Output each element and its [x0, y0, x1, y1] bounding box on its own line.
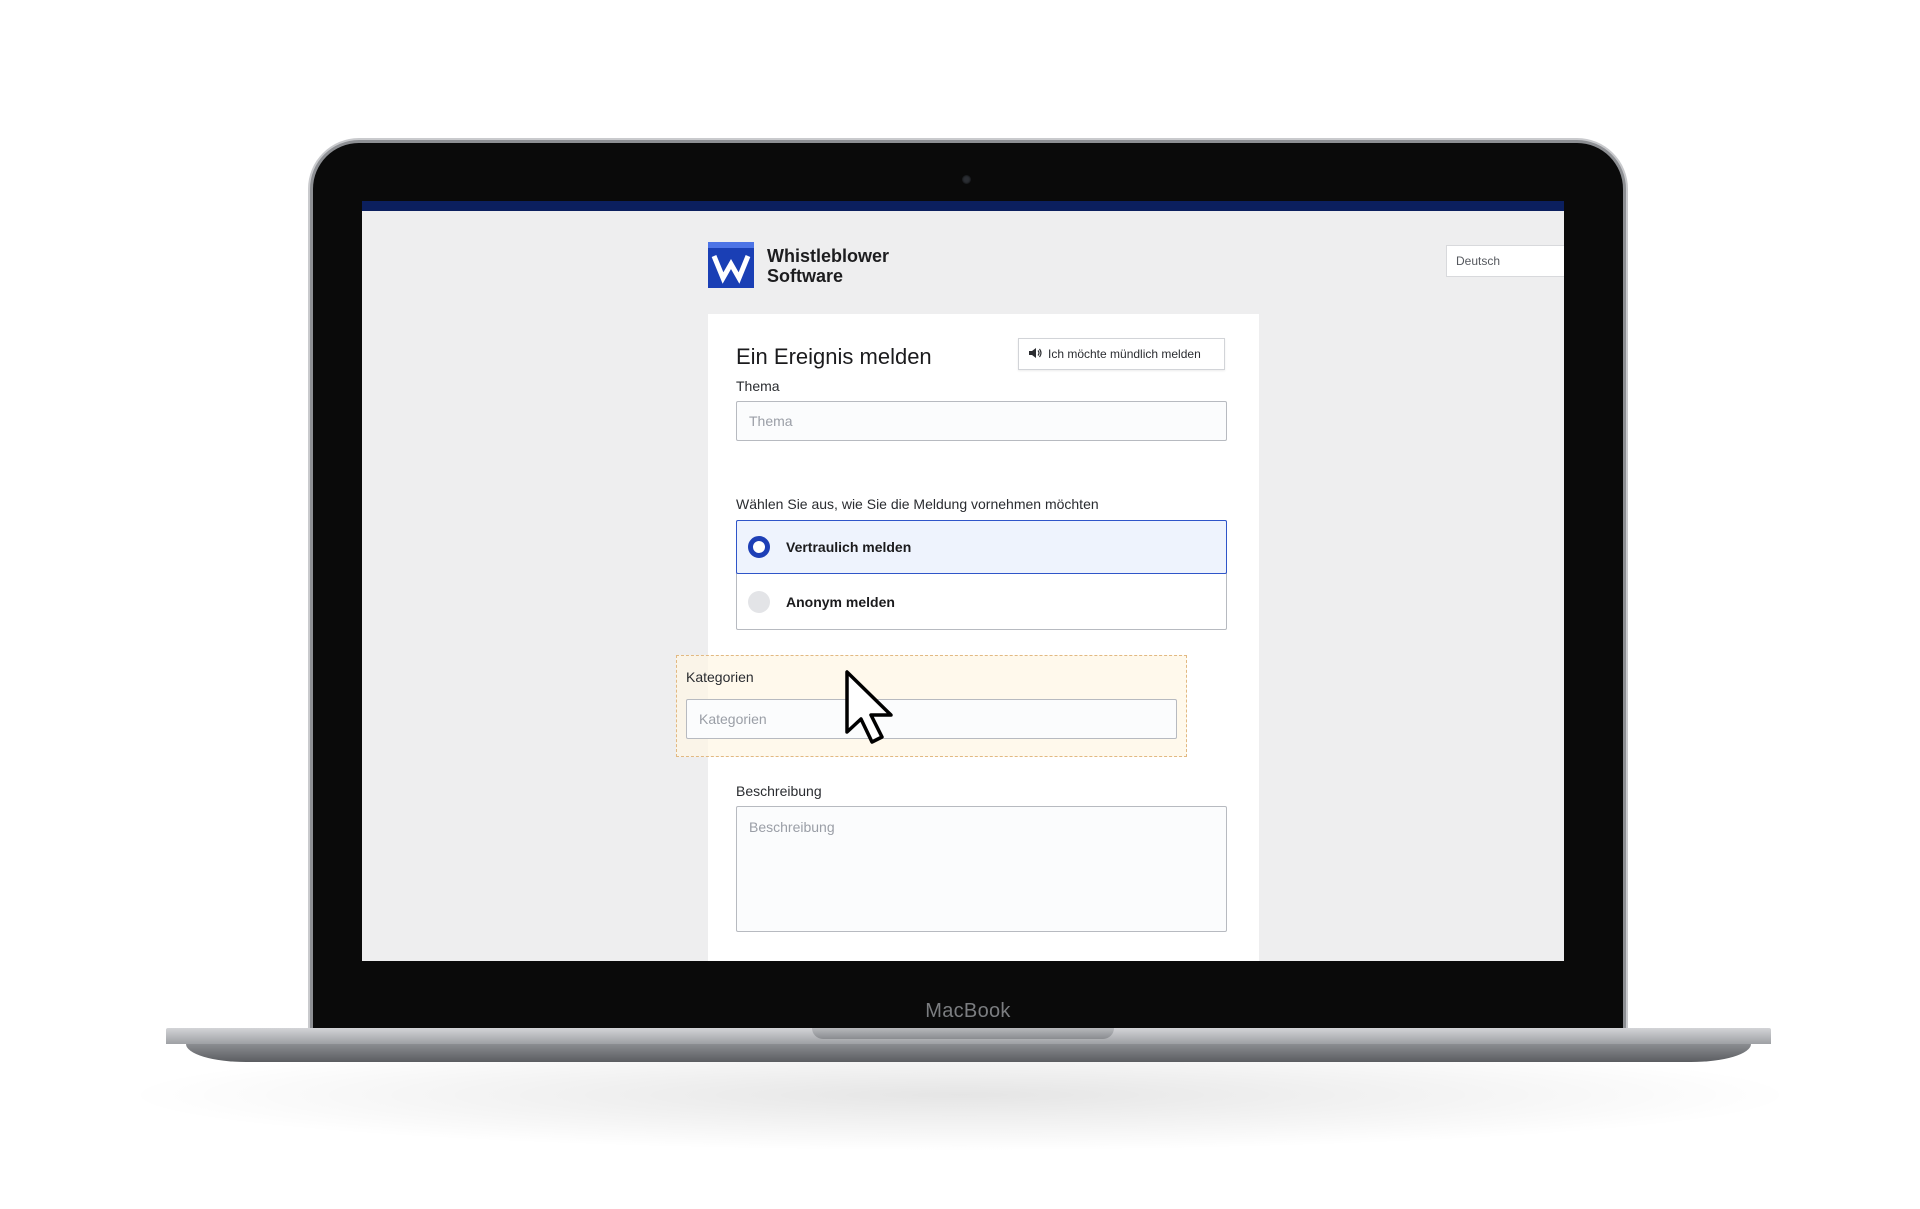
description-placeholder: Beschreibung	[749, 819, 835, 835]
report-form-card: Ein Ereignis melden Ich möchte mündlich …	[708, 314, 1259, 961]
description-textarea[interactable]: Beschreibung	[736, 806, 1227, 932]
topic-input[interactable]: Thema	[736, 401, 1227, 441]
top-accent-bar	[362, 201, 1564, 211]
categories-input[interactable]: Kategorien	[686, 699, 1177, 739]
report-mode-label: Wählen Sie aus, wie Sie die Meldung vorn…	[736, 496, 1099, 512]
scene: Whistleblower Software Deutsch Ein Ereig…	[0, 0, 1920, 1209]
radio-confidential-label: Vertraulich melden	[786, 539, 912, 555]
logo-line-1: Whistleblower	[767, 246, 890, 266]
laptop-notch	[812, 1028, 1114, 1039]
oral-report-button[interactable]: Ich möchte mündlich melden	[1018, 338, 1225, 370]
app-header: Whistleblower Software Deutsch	[708, 242, 1564, 288]
screen: Whistleblower Software Deutsch Ein Ereig…	[362, 201, 1564, 961]
radio-selected-icon	[748, 536, 770, 558]
topic-label: Thema	[736, 378, 780, 394]
dragged-categories-field[interactable]: Kategorien Kategorien	[676, 655, 1187, 757]
topic-placeholder: Thema	[749, 413, 793, 429]
oral-report-label: Ich möchte mündlich melden	[1048, 347, 1201, 361]
language-value: Deutsch	[1456, 254, 1501, 268]
laptop-base-lip	[186, 1044, 1751, 1062]
logo-w-icon	[708, 242, 754, 288]
speaker-icon	[1028, 347, 1042, 362]
description-label: Beschreibung	[736, 783, 822, 799]
radio-unselected-icon	[748, 590, 770, 613]
mouse-pointer-icon	[844, 669, 896, 745]
language-select[interactable]: Deutsch	[1446, 245, 1564, 277]
categories-placeholder: Kategorien	[699, 711, 767, 727]
radio-anonymous-label: Anonym melden	[786, 593, 895, 610]
page-title: Ein Ereignis melden	[736, 344, 932, 369]
radio-confidential[interactable]: Vertraulich melden	[736, 520, 1227, 574]
device-brand-label: MacBook	[925, 1000, 1011, 1022]
report-mode-radio-group: Vertraulich melden Anonym melden	[736, 520, 1227, 630]
categories-label: Kategorien	[686, 669, 754, 685]
camera-icon	[962, 175, 971, 184]
logo-wordmark: Whistleblower Software	[767, 246, 927, 286]
radio-anonymous[interactable]: Anonym melden	[737, 575, 1226, 628]
logo-line-2: Software	[767, 266, 844, 286]
